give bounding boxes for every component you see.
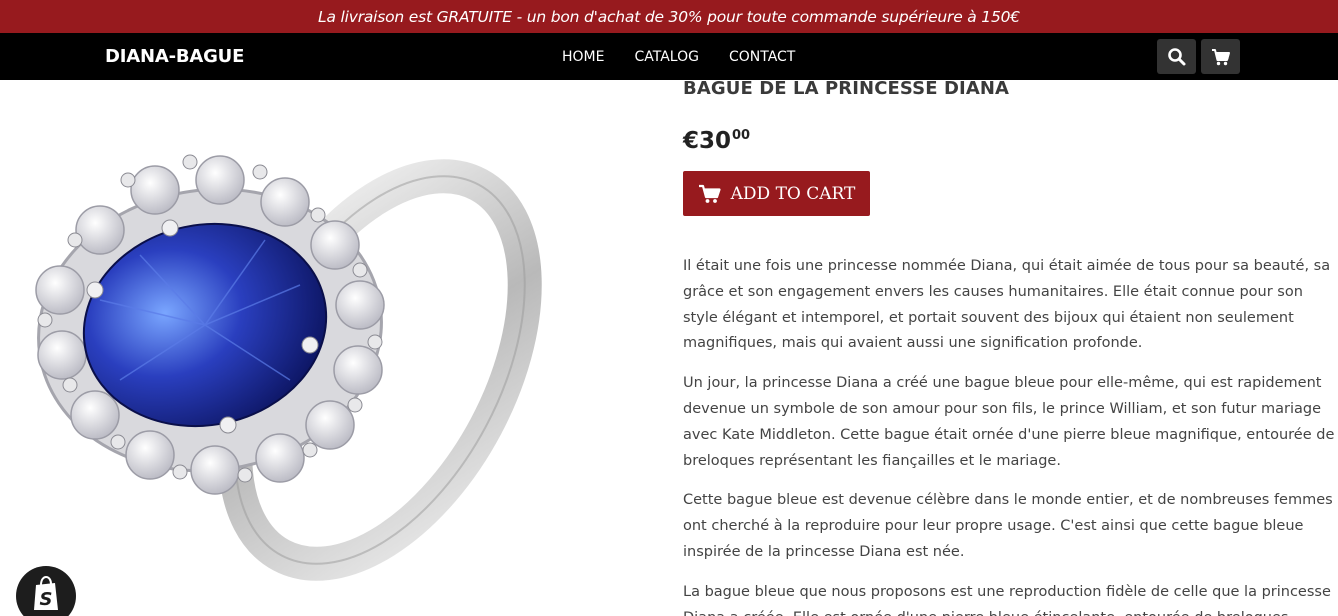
product-title: BAGUE DE LA PRINCESSE DIANA: [683, 78, 1010, 99]
add-to-cart-label: ADD TO CART: [730, 183, 856, 204]
cart-button[interactable]: [1201, 39, 1240, 74]
shopify-bag-icon: S: [34, 576, 58, 610]
description-paragraph: Un jour, la princesse Diana a créé une b…: [683, 375, 1335, 469]
description-paragraph: Cette bague bleue est devenue célèbre da…: [683, 492, 1333, 560]
cart-icon: [1211, 48, 1230, 65]
announcement-text: La livraison est GRATUITE - un bon d'ach…: [318, 7, 1020, 26]
product-description: Il était une fois une princesse nommée D…: [683, 254, 1338, 616]
nav-catalog[interactable]: CATALOG: [634, 49, 698, 65]
announcement-bar: La livraison est GRATUITE - un bon d'ach…: [0, 0, 1338, 33]
product-price: €3000: [683, 128, 750, 154]
nav-contact[interactable]: CONTACT: [729, 49, 795, 65]
price-cents: 00: [732, 128, 751, 143]
site-header: DIANA-BAGUE HOME CATALOG CONTACT: [0, 33, 1338, 80]
site-logo[interactable]: DIANA-BAGUE: [105, 33, 244, 80]
description-paragraph: La bague bleue que nous proposons est un…: [683, 583, 1331, 616]
add-to-cart-button[interactable]: ADD TO CART: [683, 171, 870, 216]
search-icon: [1167, 47, 1185, 65]
svg-text:S: S: [40, 589, 53, 610]
description-paragraph: Il était une fois une princesse nommée D…: [683, 258, 1331, 352]
search-button[interactable]: [1157, 39, 1196, 74]
main-nav: HOME CATALOG CONTACT: [562, 33, 825, 80]
nav-home[interactable]: HOME: [562, 49, 604, 65]
product-image[interactable]: [0, 80, 620, 616]
ring-image: [35, 154, 542, 581]
price-main: €30: [683, 128, 732, 154]
cart-icon: [698, 184, 721, 203]
